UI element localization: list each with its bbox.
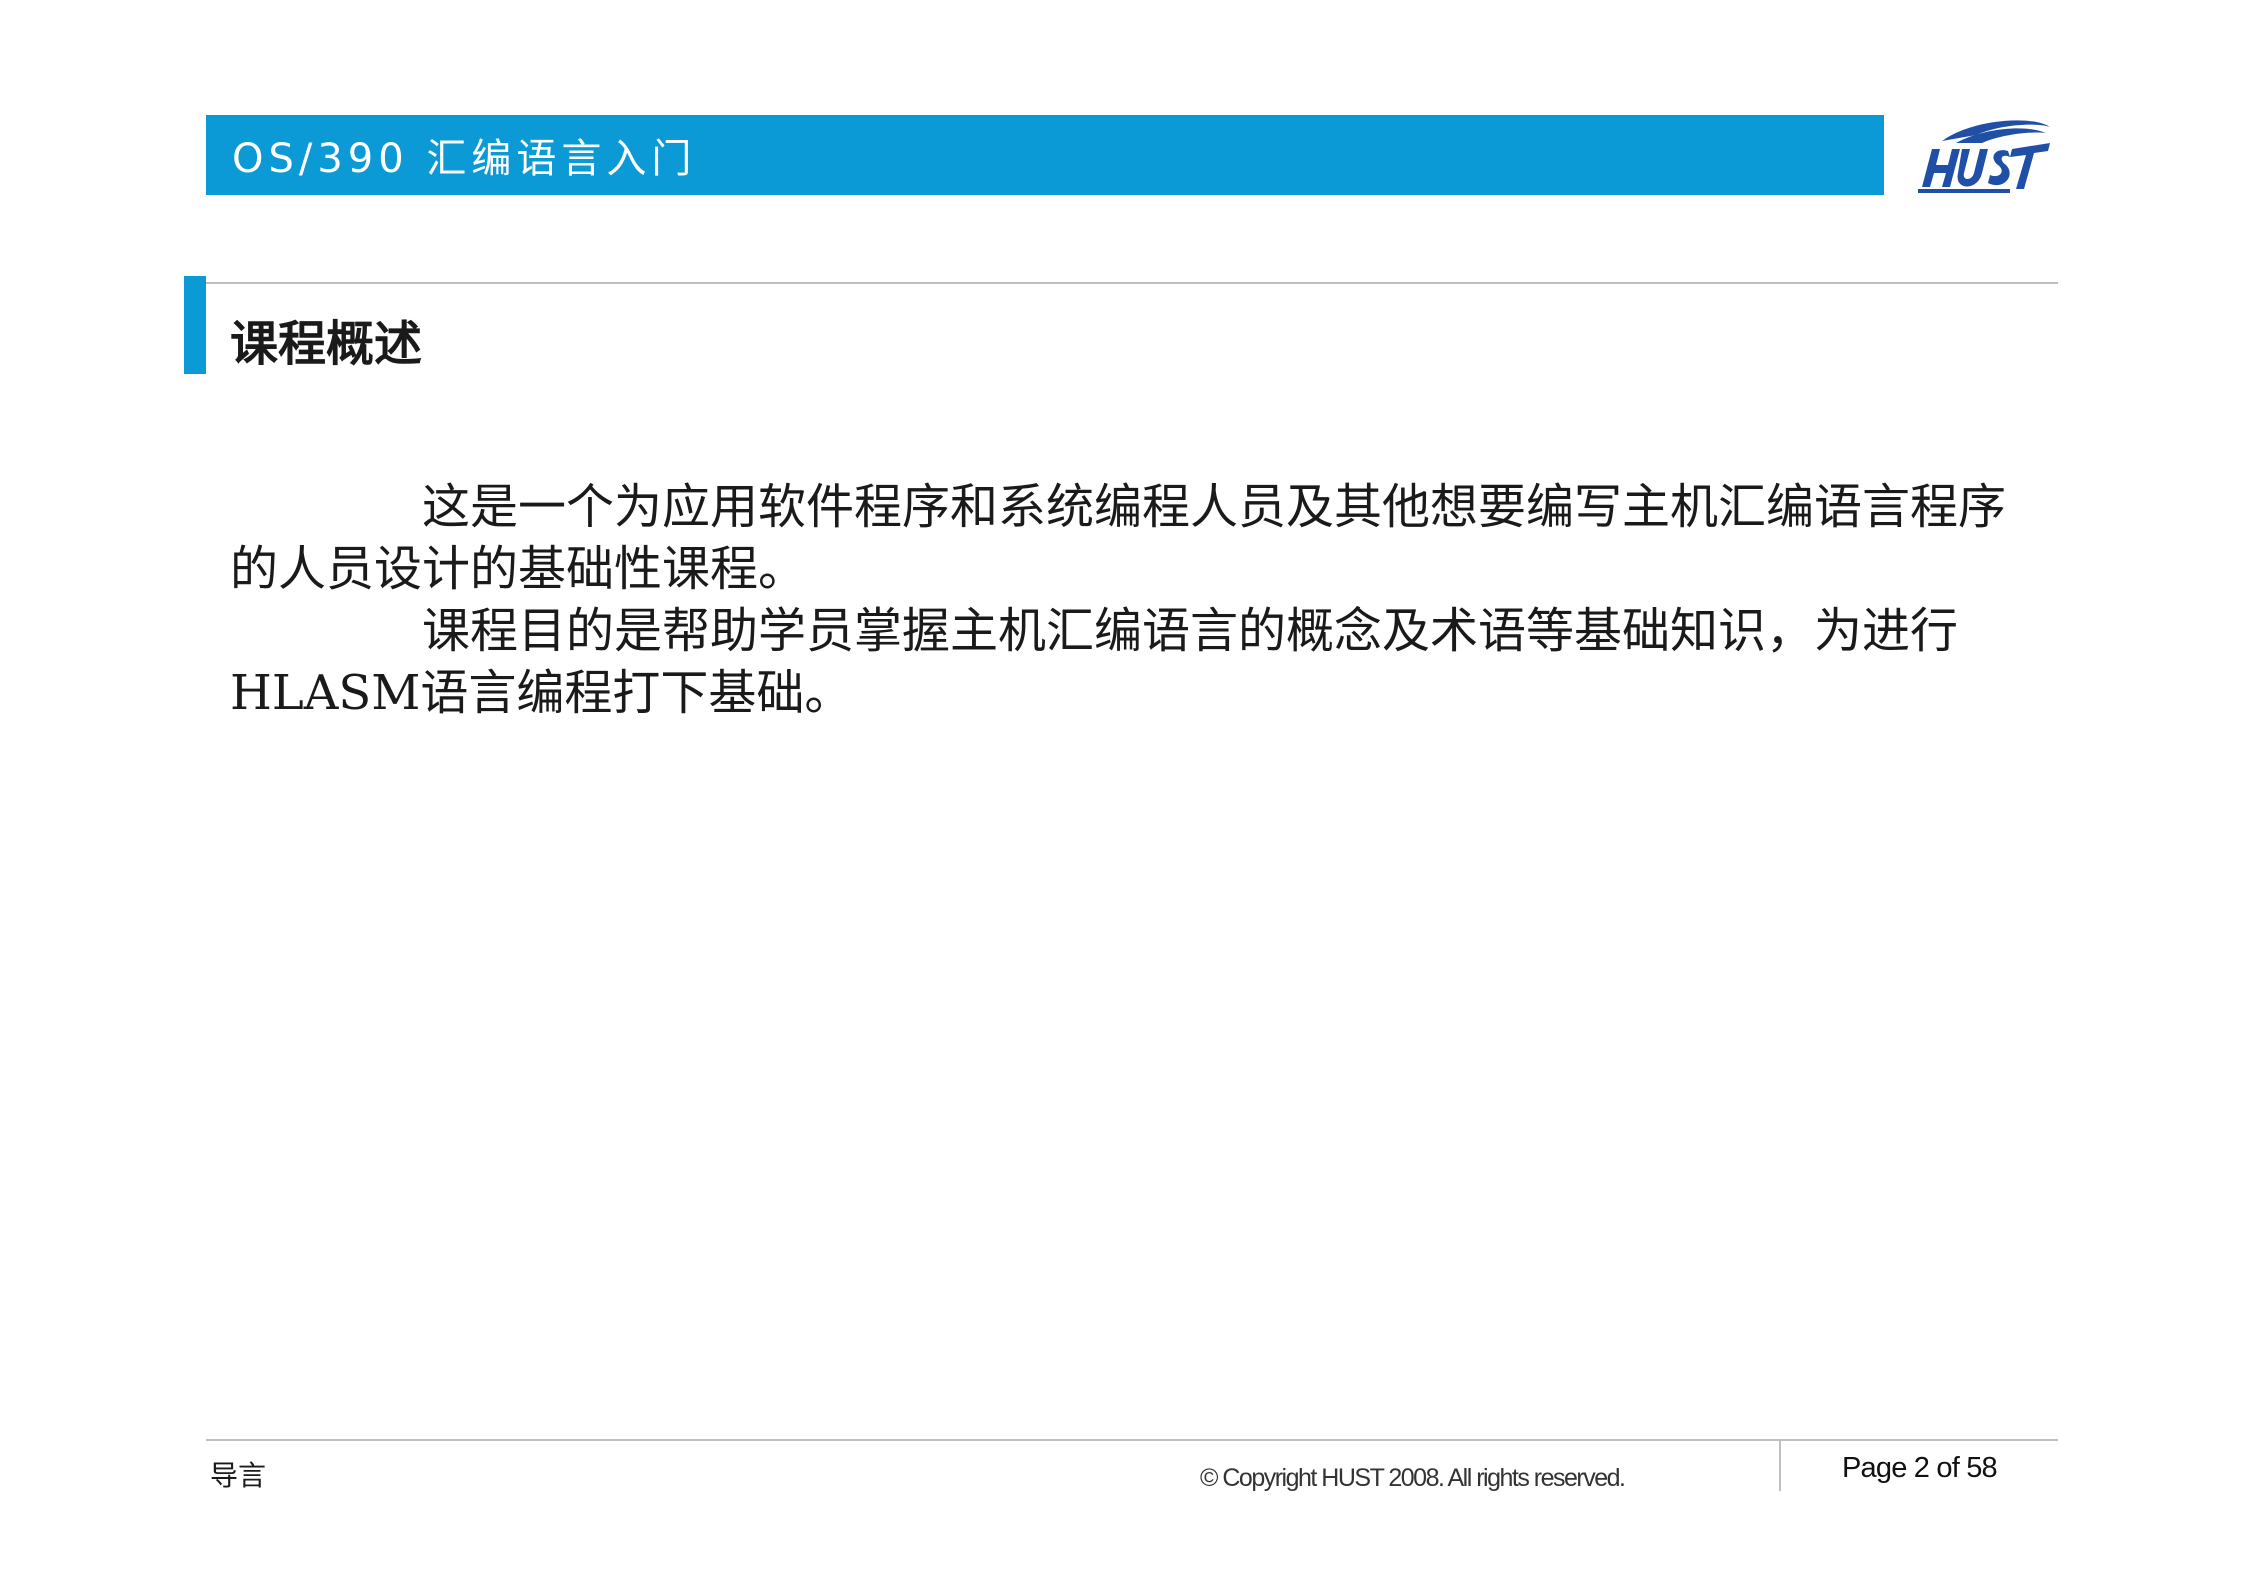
footer-section-label: 导言 [210, 1459, 267, 1492]
body-paragraph-2: 课程目的是帮助学员掌握主机汇编语言的概念及术语等基础知识，为进行HLASM语言编… [230, 603, 1959, 721]
hust-logo-icon [1918, 120, 2050, 193]
footer-copyright: © Copyright HUST 2008. All rights reserv… [1200, 1464, 1626, 1492]
section-accent-bar [184, 276, 206, 374]
footer-divider [1779, 1441, 1781, 1491]
header-bar: OS/390 汇编语言入门 [206, 115, 1884, 195]
body-paragraph-1: 这是一个为应用软件程序和系统编程人员及其他想要编写主机汇编语言程序的人员设计的基… [230, 479, 2007, 597]
header-title: OS/390 汇编语言入门 [232, 136, 697, 182]
page-indicator: Page 2 of 58 [1842, 1452, 1998, 1484]
body-text: 这是一个为应用软件程序和系统编程人员及其他想要编写主机汇编语言程序的人员设计的基… [230, 476, 2030, 724]
top-rule [206, 282, 2058, 284]
section-heading: 课程概述 [230, 316, 423, 372]
